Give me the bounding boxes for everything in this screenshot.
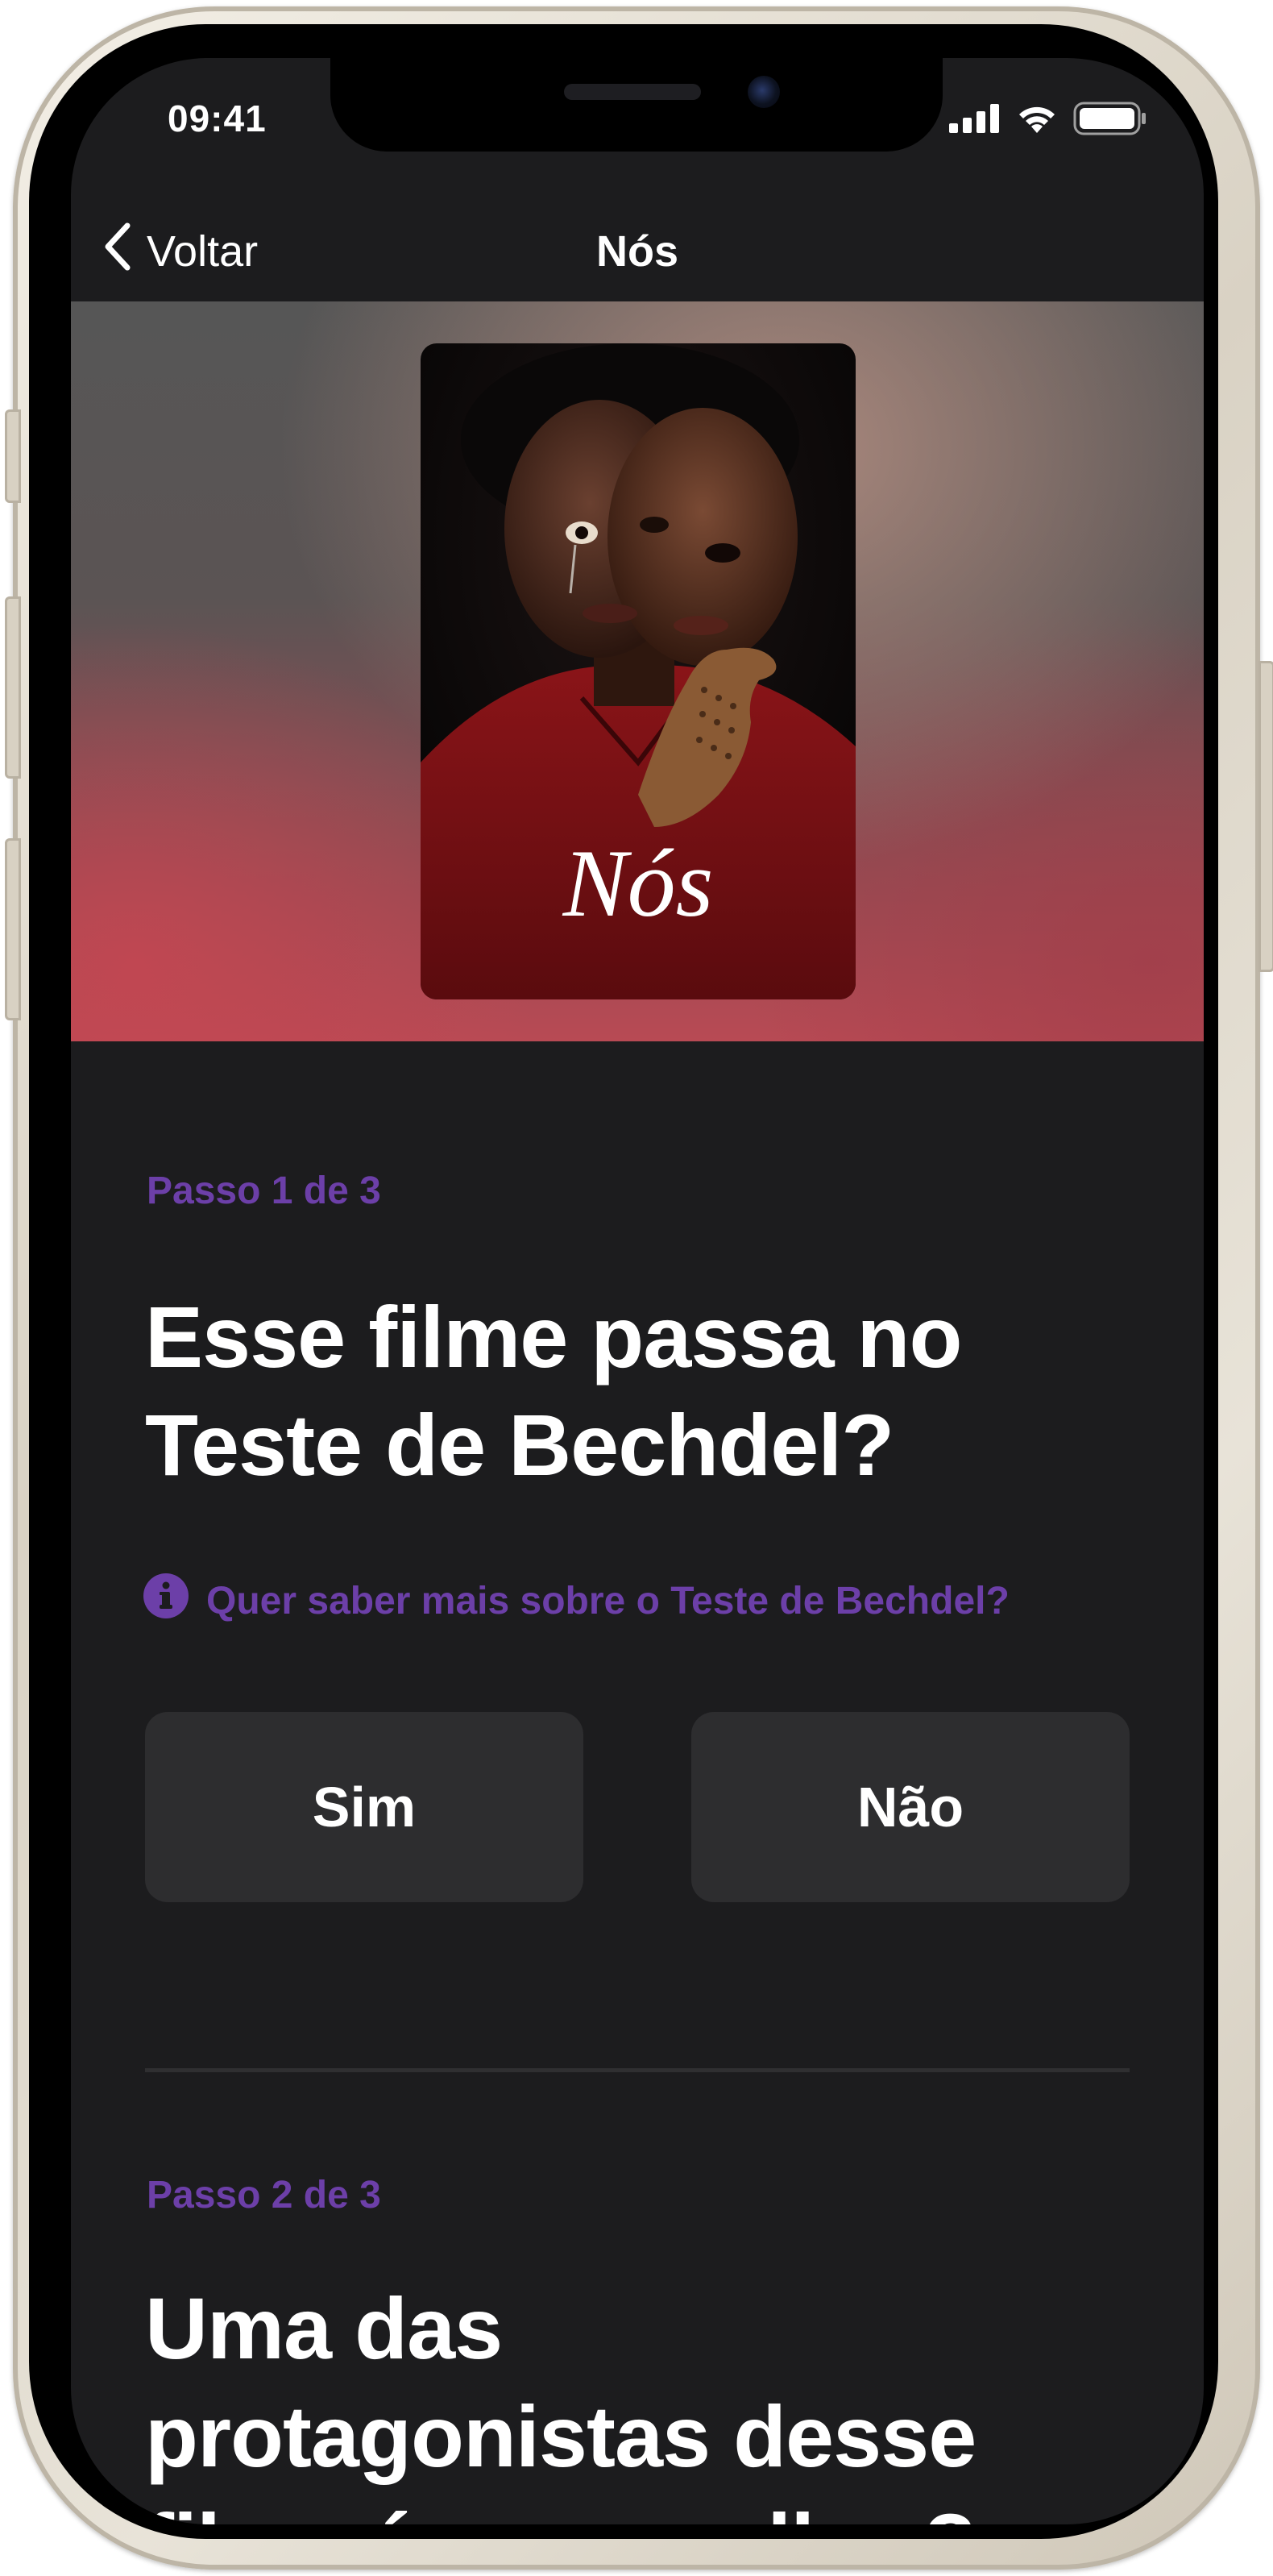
info-icon — [143, 1573, 189, 1628]
movie-poster: Nós — [421, 343, 856, 999]
speaker — [564, 84, 701, 100]
question-text-end: her? — [790, 2495, 977, 2524]
step-2-question: Uma das protagonistas desse filme é uma … — [145, 2275, 1144, 2524]
battery-icon — [1073, 102, 1147, 139]
divider — [145, 2068, 1130, 2072]
info-link[interactable]: Quer saber mais sobre o Teste de Bechdel… — [143, 1573, 1010, 1628]
poster-title-text: Nós — [562, 829, 714, 937]
status-time: 09:41 — [168, 98, 267, 139]
answer-yes-button[interactable]: Sim — [145, 1712, 583, 1902]
step-1-question: Esse filme passa no Teste de Bechdel? — [145, 1288, 963, 1494]
notch — [330, 58, 943, 152]
step-2-question-line-3: filme é uma mulher? — [145, 2491, 1144, 2524]
info-link-text: Quer saber mais sobre o Teste de Bechdel… — [206, 1579, 1010, 1622]
step-1-label: Passo 1 de 3 — [147, 1170, 381, 1212]
front-camera — [748, 76, 780, 108]
bechdel-steps: Passo 1 de 3 Esse filme passa no Teste d… — [71, 1041, 1204, 2524]
struck-text: uma mul — [438, 2495, 791, 2524]
volume-down-button — [5, 838, 21, 1020]
question-text-start: filme é — [145, 2495, 438, 2524]
answer-no-button[interactable]: Não — [691, 1712, 1130, 1902]
volume-up-button — [5, 596, 21, 779]
screen: 09:41 Voltar Nós Nós Passo 1 de 3 Esse f… — [71, 58, 1204, 2524]
side-button — [5, 409, 21, 503]
wifi-icon — [1015, 102, 1059, 139]
navigation-bar: Voltar Nós — [71, 203, 1204, 300]
step-2-label: Passo 2 de 3 — [147, 2174, 381, 2217]
status-icons — [949, 102, 1147, 139]
step-2-question-line-2: protagonistas desse — [145, 2387, 977, 2485]
page-title: Nós — [595, 227, 678, 276]
movie-hero: Nós — [71, 301, 1204, 1041]
power-button — [1258, 661, 1273, 972]
step-2-question-line-1: Uma das — [145, 2279, 503, 2377]
cellular-signal-icon — [949, 104, 1001, 137]
